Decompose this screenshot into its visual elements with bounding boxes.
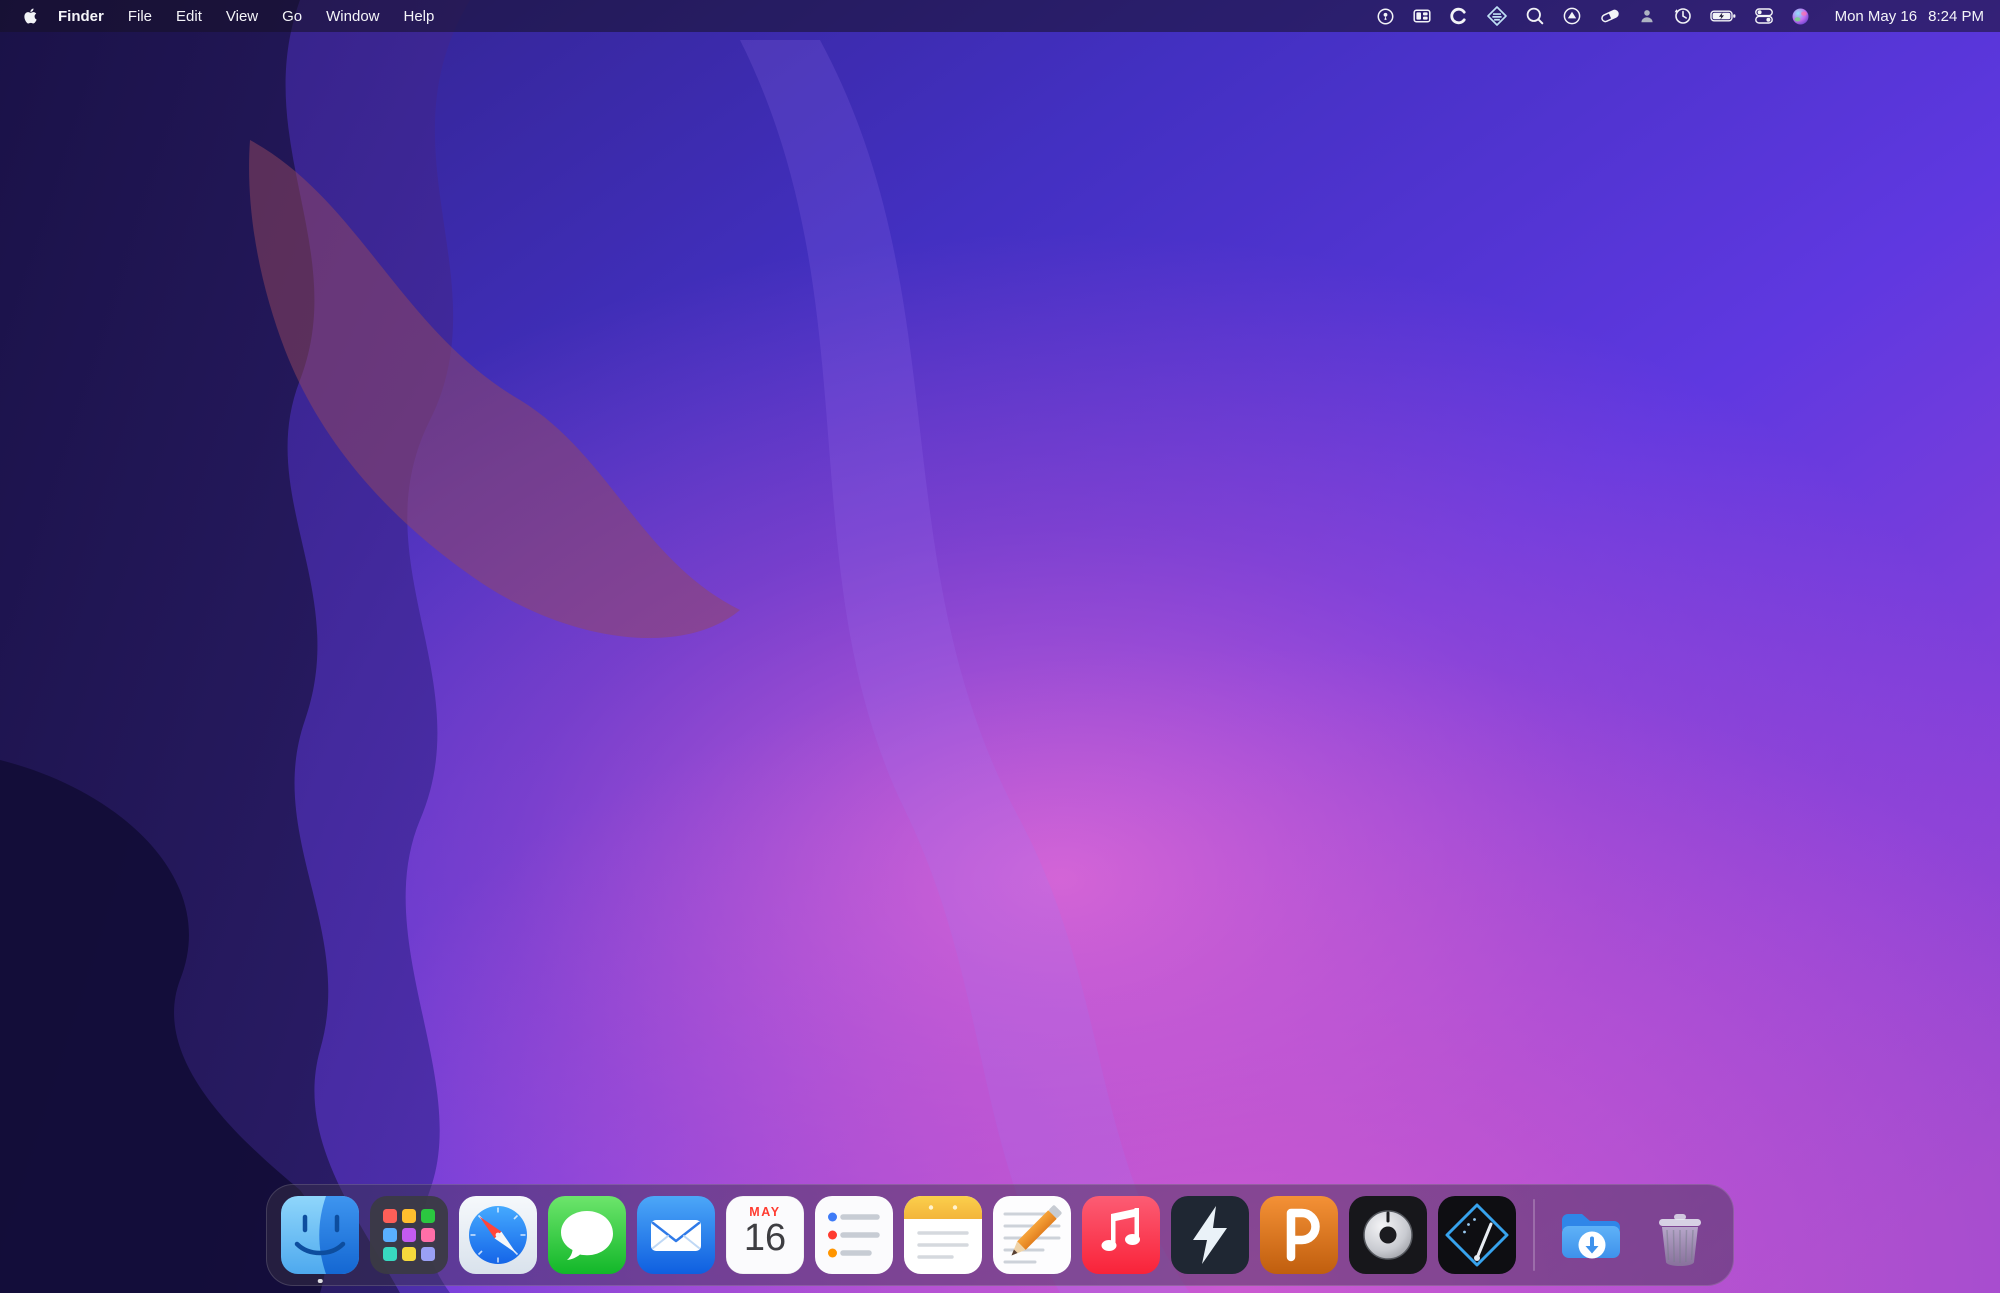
dock-item-notes[interactable] (904, 1196, 982, 1274)
audio-hijack-icon (1438, 1196, 1516, 1274)
dock-item-audio-hijack[interactable] (1438, 1196, 1516, 1274)
menu-edit[interactable]: Edit (164, 8, 214, 25)
messages-icon (548, 1196, 626, 1274)
spotlight-search-icon (1526, 7, 1543, 25)
running-indicator (317, 1278, 323, 1283)
audio-hijack-diamond-icon (1486, 6, 1507, 26)
battery-charging-icon (1709, 10, 1735, 22)
dock-item-downloads[interactable] (1552, 1196, 1630, 1274)
calendar-icon: MAY 16 (726, 1196, 804, 1274)
eject-circle-icon (1563, 7, 1580, 25)
menu-go[interactable]: Go (270, 8, 314, 25)
status-amphetamine[interactable] (1599, 5, 1621, 27)
status-spotlight[interactable] (1525, 5, 1545, 27)
apple-menu[interactable] (16, 7, 44, 25)
keyhole-circle-icon (1377, 8, 1394, 24)
menu-finder[interactable]: Finder (46, 8, 116, 25)
apple-logo-icon (23, 8, 37, 24)
dock-item-mail[interactable] (637, 1196, 715, 1274)
pill-icon (1600, 9, 1619, 23)
dock-item-finder[interactable] (281, 1196, 359, 1283)
status-siri[interactable] (1791, 5, 1810, 27)
status-icon-area: Mon May 16 8:24 PM (1376, 5, 1984, 27)
trash-icon (1659, 1214, 1701, 1266)
soundsource-icon (1349, 1196, 1427, 1274)
safari-icon (459, 1196, 537, 1274)
clock-time: 8:24 PM (1928, 7, 1984, 25)
menu-file[interactable]: File (116, 8, 164, 25)
menu-help[interactable]: Help (392, 8, 447, 25)
window-tiles-icon (1413, 9, 1431, 23)
status-window-manager[interactable] (1412, 5, 1432, 27)
status-time-machine[interactable] (1673, 5, 1693, 27)
notes-icon (904, 1196, 982, 1274)
letter-c-icon (1449, 7, 1466, 25)
status-audio-hijack[interactable] (1486, 5, 1508, 27)
dock-item-fission[interactable] (1171, 1196, 1249, 1274)
dock-item-textedit[interactable] (993, 1196, 1071, 1274)
textedit-icon (993, 1196, 1071, 1274)
menu-bar: Finder File Edit View Go Window Help Mon… (0, 0, 2000, 32)
menu-window[interactable]: Window (314, 8, 391, 25)
music-icon (1082, 1196, 1160, 1274)
status-battery[interactable] (1709, 5, 1737, 27)
dock-item-soundsource[interactable] (1349, 1196, 1427, 1274)
status-onepassword[interactable] (1376, 5, 1395, 27)
calendar-day: 16 (743, 1217, 787, 1259)
clock-date: Mon May 16 (1834, 7, 1918, 25)
finder-icon (281, 1196, 359, 1274)
dock-item-calendar[interactable]: MAY 16 (726, 1196, 804, 1274)
reminders-icon (815, 1196, 893, 1274)
siri-icon (1792, 8, 1809, 24)
mail-icon (637, 1196, 715, 1274)
person-icon (1640, 9, 1653, 22)
piezo-icon (1260, 1196, 1338, 1274)
dock-separator (1533, 1199, 1535, 1271)
dock-item-trash[interactable] (1641, 1196, 1719, 1274)
dock-item-messages[interactable] (548, 1196, 626, 1274)
dock: MAY 16 (266, 1184, 1734, 1286)
status-person-app[interactable] (1638, 5, 1656, 27)
status-record-app[interactable] (1562, 5, 1582, 27)
dock-item-piezo[interactable] (1260, 1196, 1338, 1274)
desktop-wallpaper (0, 0, 2000, 1293)
dock-item-music[interactable] (1082, 1196, 1160, 1274)
control-center-icon (1754, 8, 1773, 24)
time-machine-icon (1674, 8, 1691, 24)
dock-item-safari[interactable] (459, 1196, 537, 1274)
menubar-clock[interactable]: Mon May 16 8:24 PM (1835, 8, 1984, 25)
menu-view[interactable]: View (214, 8, 270, 25)
status-control-center[interactable] (1754, 5, 1774, 27)
dock-item-launchpad[interactable] (370, 1196, 448, 1274)
launchpad-icon (370, 1196, 448, 1274)
fission-icon (1171, 1196, 1249, 1274)
dock-item-reminders[interactable] (815, 1196, 893, 1274)
status-letter-c-app[interactable] (1449, 5, 1469, 27)
downloads-folder-icon (1562, 1214, 1620, 1259)
